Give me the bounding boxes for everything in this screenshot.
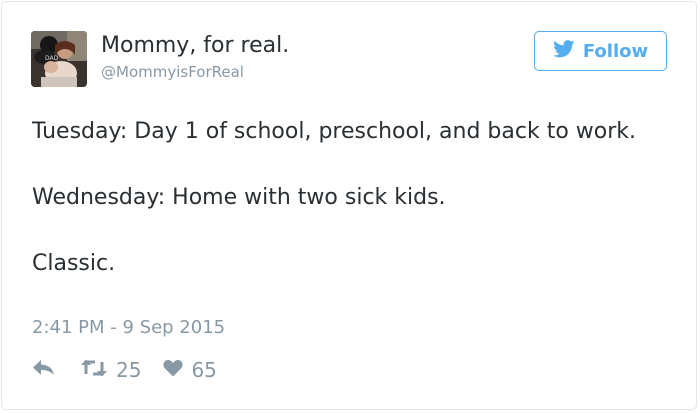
twitter-bird-icon — [552, 40, 575, 62]
reply-button[interactable] — [32, 359, 56, 381]
svg-text:DAD: DAD — [45, 55, 59, 62]
like-count: 65 — [191, 358, 217, 382]
follow-button[interactable]: Follow — [534, 31, 667, 71]
retweet-icon — [80, 358, 108, 382]
tweet-timestamp[interactable]: 2:41 PM - 9 Sep 2015 — [32, 316, 225, 340]
tweet-text-line: Wednesday: Home with two sick kids. — [32, 185, 446, 210]
avatar[interactable]: DAD — [31, 31, 87, 87]
like-button[interactable]: 65 — [163, 358, 217, 382]
author-display-name[interactable]: Mommy, for real. — [101, 31, 289, 61]
follow-button-label: Follow — [582, 40, 649, 62]
reply-icon — [32, 359, 56, 381]
avatar-image: DAD — [31, 31, 87, 87]
tweet-text: Tuesday: Day 1 of school, preschool, and… — [32, 115, 652, 280]
tweet-actions: 25 65 — [32, 356, 217, 384]
author-handle[interactable]: @MommyisForReal — [101, 62, 244, 82]
heart-icon — [163, 359, 184, 381]
tweet-text-line: Classic. — [32, 251, 116, 276]
retweet-button[interactable]: 25 — [80, 358, 141, 382]
tweet-text-line: Tuesday: Day 1 of school, preschool, and… — [32, 119, 637, 144]
retweet-count: 25 — [116, 358, 142, 382]
